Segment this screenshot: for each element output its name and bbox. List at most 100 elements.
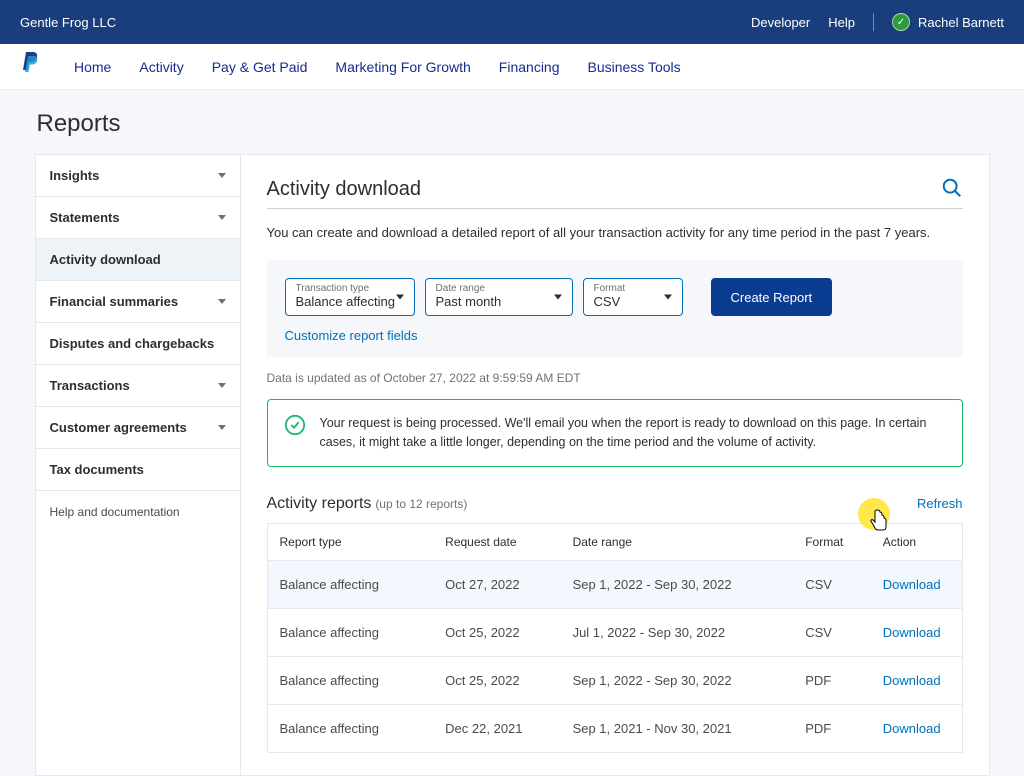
checkmark-circle-icon — [284, 414, 306, 436]
cell-format: CSV — [793, 560, 871, 608]
header-right-group: Developer Help ✓ Rachel Barnett — [751, 13, 1004, 31]
filter-box: Transaction type Balance affecting Date … — [267, 260, 963, 357]
chevron-down-icon — [554, 295, 562, 300]
cell-date-range: Sep 1, 2021 - Nov 30, 2021 — [561, 704, 794, 752]
sidebar-item-customer-agreements[interactable]: Customer agreements — [36, 407, 240, 449]
developer-link[interactable]: Developer — [751, 15, 810, 30]
sidebar-item-label: Disputes and chargebacks — [50, 336, 215, 351]
sidebar-item-disputes[interactable]: Disputes and chargebacks — [36, 323, 240, 365]
page-title: Reports — [35, 110, 990, 138]
col-format: Format — [793, 523, 871, 560]
reports-subtitle: (up to 12 reports) — [375, 497, 467, 511]
panel-divider — [267, 208, 963, 209]
cell-date-range: Sep 1, 2022 - Sep 30, 2022 — [561, 656, 794, 704]
col-request-date: Request date — [433, 523, 560, 560]
sidebar-item-label: Help and documentation — [50, 505, 180, 519]
content-row: Insights Statements Activity download Fi… — [35, 154, 990, 776]
customize-report-fields-link[interactable]: Customize report fields — [285, 328, 945, 343]
paypal-logo[interactable] — [20, 52, 40, 82]
chevron-down-icon — [218, 425, 226, 430]
help-link[interactable]: Help — [828, 15, 855, 30]
sidebar-item-insights[interactable]: Insights — [36, 155, 240, 197]
download-link[interactable]: Download — [883, 673, 941, 688]
sidebar-item-label: Activity download — [50, 252, 161, 267]
panel-head: Activity download — [267, 177, 963, 202]
banner-text: Your request is being processed. We'll e… — [320, 414, 946, 452]
cell-request-date: Oct 25, 2022 — [433, 656, 560, 704]
sidebar-item-label: Insights — [50, 168, 100, 183]
company-name: Gentle Frog LLC — [20, 15, 116, 30]
cell-report-type: Balance affecting — [267, 560, 433, 608]
download-link[interactable]: Download — [883, 625, 941, 640]
select-value: Balance affecting — [296, 294, 404, 309]
col-report-type: Report type — [267, 523, 433, 560]
sidebar-item-financial-summaries[interactable]: Financial summaries — [36, 281, 240, 323]
cell-report-type: Balance affecting — [267, 608, 433, 656]
reports-title: Activity reports — [267, 495, 372, 512]
user-name: Rachel Barnett — [918, 15, 1004, 30]
table-row: Balance affectingOct 25, 2022Jul 1, 2022… — [267, 608, 962, 656]
select-label: Format — [594, 283, 672, 294]
cell-format: PDF — [793, 656, 871, 704]
search-icon[interactable] — [941, 177, 963, 202]
select-label: Transaction type — [296, 283, 404, 294]
panel-title: Activity download — [267, 178, 422, 201]
nav-business-tools[interactable]: Business Tools — [588, 59, 681, 75]
chevron-down-icon — [218, 173, 226, 178]
refresh-link[interactable]: Refresh — [917, 496, 963, 511]
cell-date-range: Sep 1, 2022 - Sep 30, 2022 — [561, 560, 794, 608]
page-wrapper: Reports Insights Statements Activity dow… — [35, 90, 990, 776]
user-menu[interactable]: ✓ Rachel Barnett — [892, 13, 1004, 31]
chevron-down-icon — [218, 383, 226, 388]
nav-financing[interactable]: Financing — [499, 59, 560, 75]
activity-reports-table: Report type Request date Date range Form… — [267, 523, 963, 753]
create-report-button[interactable]: Create Report — [711, 278, 833, 316]
table-row: Balance affectingDec 22, 2021Sep 1, 2021… — [267, 704, 962, 752]
select-value: Past month — [436, 294, 562, 309]
chevron-down-icon — [218, 299, 226, 304]
sidebar-item-label: Transactions — [50, 378, 130, 393]
user-badge-icon: ✓ — [892, 13, 910, 31]
table-header-row: Report type Request date Date range Form… — [267, 523, 962, 560]
col-date-range: Date range — [561, 523, 794, 560]
table-row: Balance affectingOct 25, 2022Sep 1, 2022… — [267, 656, 962, 704]
sidebar-item-transactions[interactable]: Transactions — [36, 365, 240, 407]
main-nav: Home Activity Pay & Get Paid Marketing F… — [0, 44, 1024, 90]
nav-home[interactable]: Home — [74, 59, 111, 75]
sidebar-help-link[interactable]: Help and documentation — [36, 491, 240, 533]
cell-format: CSV — [793, 608, 871, 656]
sidebar-item-activity-download[interactable]: Activity download — [36, 239, 240, 281]
chevron-down-icon — [396, 295, 404, 300]
cell-date-range: Jul 1, 2022 - Sep 30, 2022 — [561, 608, 794, 656]
nav-pay-get-paid[interactable]: Pay & Get Paid — [212, 59, 308, 75]
date-range-select[interactable]: Date range Past month — [425, 278, 573, 316]
sidebar-item-label: Customer agreements — [50, 420, 187, 435]
select-value: CSV — [594, 294, 672, 309]
cell-report-type: Balance affecting — [267, 704, 433, 752]
chevron-down-icon — [218, 215, 226, 220]
cell-format: PDF — [793, 704, 871, 752]
cell-report-type: Balance affecting — [267, 656, 433, 704]
reports-title-group: Activity reports (up to 12 reports) — [267, 495, 468, 513]
sidebar-item-tax-documents[interactable]: Tax documents — [36, 449, 240, 491]
nav-activity[interactable]: Activity — [139, 59, 183, 75]
sidebar-item-label: Financial summaries — [50, 294, 179, 309]
download-link[interactable]: Download — [883, 721, 941, 736]
transaction-type-select[interactable]: Transaction type Balance affecting — [285, 278, 415, 316]
cell-request-date: Oct 27, 2022 — [433, 560, 560, 608]
chevron-down-icon — [664, 295, 672, 300]
download-link[interactable]: Download — [883, 577, 941, 592]
sidebar-item-label: Tax documents — [50, 462, 144, 477]
main-panel: Activity download You can create and dow… — [241, 154, 990, 776]
top-header: Gentle Frog LLC Developer Help ✓ Rachel … — [0, 0, 1024, 44]
reports-sidebar: Insights Statements Activity download Fi… — [35, 154, 241, 776]
panel-description: You can create and download a detailed r… — [267, 225, 963, 240]
header-divider — [873, 13, 874, 31]
format-select[interactable]: Format CSV — [583, 278, 683, 316]
cursor-pointer-icon — [866, 508, 890, 535]
processing-banner: Your request is being processed. We'll e… — [267, 399, 963, 467]
filter-row: Transaction type Balance affecting Date … — [285, 278, 945, 316]
nav-marketing[interactable]: Marketing For Growth — [335, 59, 470, 75]
data-updated-text: Data is updated as of October 27, 2022 a… — [267, 371, 963, 385]
sidebar-item-statements[interactable]: Statements — [36, 197, 240, 239]
